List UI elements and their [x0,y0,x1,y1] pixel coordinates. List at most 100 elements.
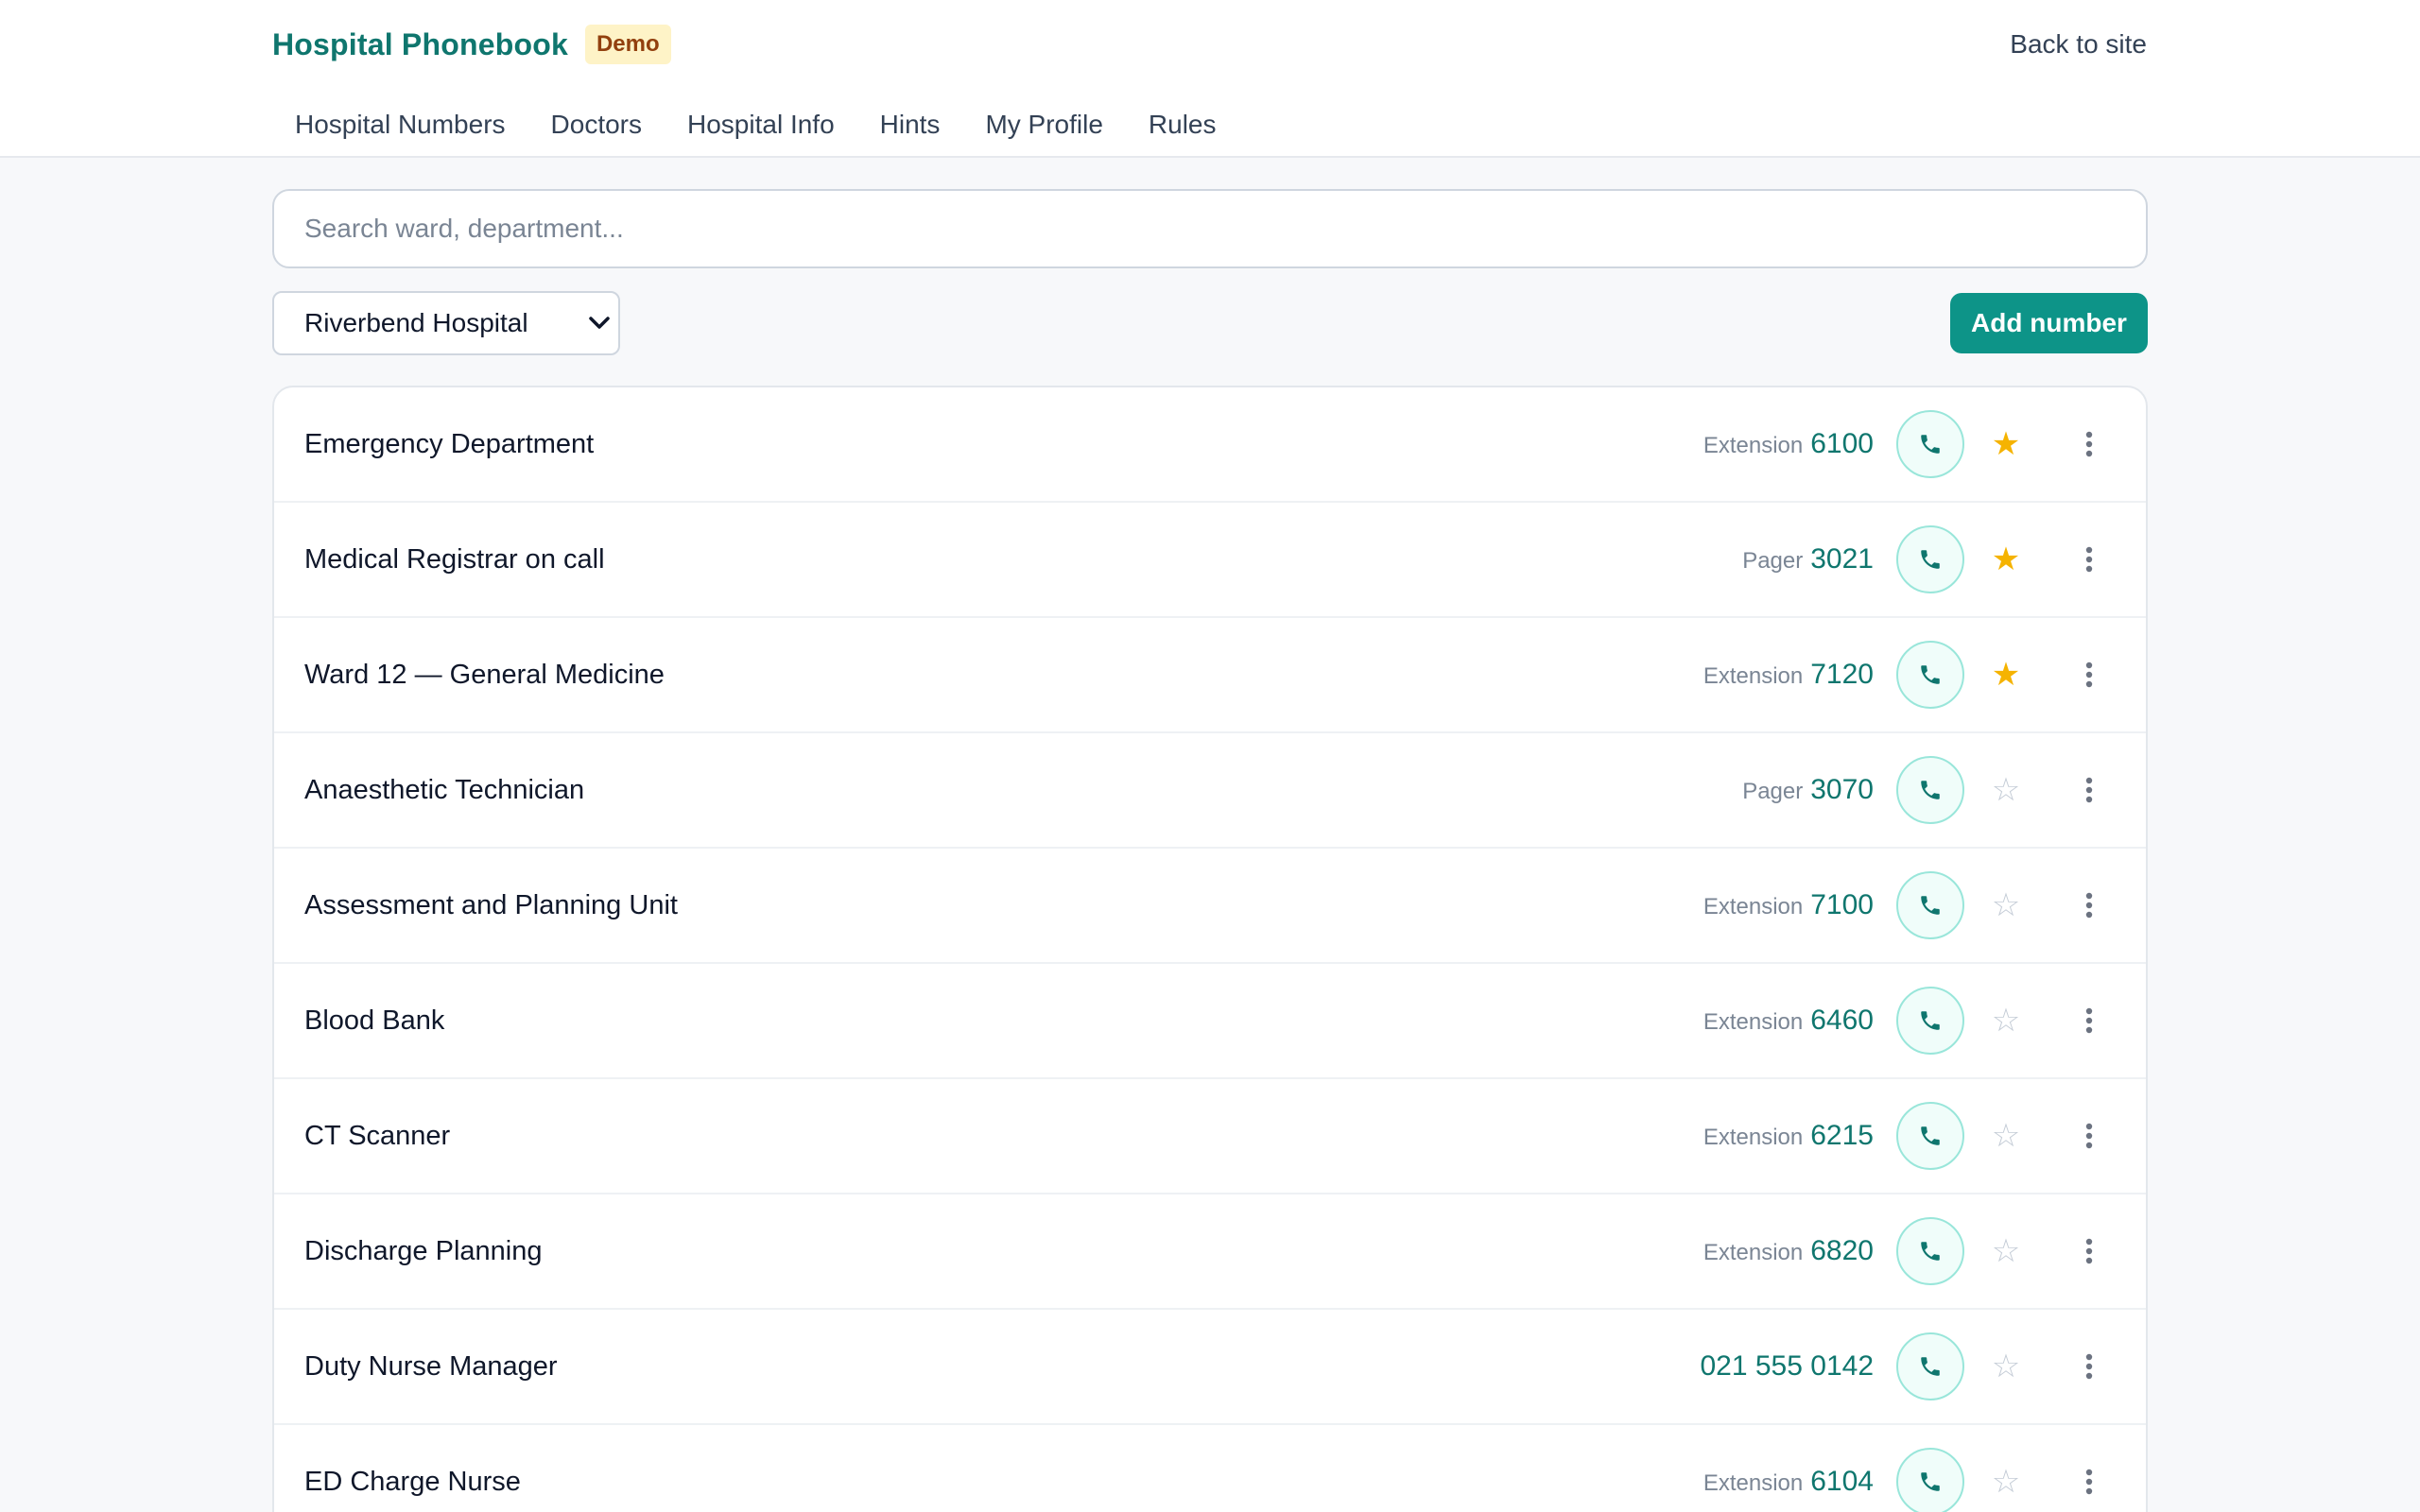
entry-name[interactable]: ED Charge Nurse [304,1467,521,1498]
entry-number[interactable]: Extension 6820 [1703,1235,1874,1267]
number-value: 6820 [1810,1235,1874,1266]
phone-icon [1921,435,1940,454]
number-value: 021 555 0142 [1700,1350,1874,1382]
number-type-label: Extension [1703,663,1804,689]
favorite-star-icon[interactable]: ☆ [1987,1348,2025,1385]
entry-number[interactable]: Extension 6460 [1703,1005,1874,1037]
call-button[interactable] [1896,987,1964,1055]
favorite-star-icon[interactable]: ☆ [1987,771,2025,809]
entry-number[interactable]: Extension 6215 [1703,1120,1874,1152]
brand: Hospital Phonebook Demo [272,25,671,64]
entry-name[interactable]: Blood Bank [304,1005,444,1037]
app-title[interactable]: Hospital Phonebook [272,27,568,62]
kebab-menu-icon[interactable] [2070,771,2108,809]
list-item[interactable]: Ward 12 — General Medicine Extension 712… [274,618,2146,733]
back-to-site-link[interactable]: Back to site [2010,29,2147,60]
favorite-star-icon[interactable]: ☆ [1987,1117,2025,1155]
entry-name[interactable]: Anaesthetic Technician [304,775,584,806]
kebab-menu-icon[interactable] [2070,886,2108,924]
number-type-label: Pager [1742,779,1804,804]
nav-hospital-info[interactable]: Hospital Info [665,106,857,144]
entry-number[interactable]: Pager 3021 [1742,543,1874,576]
number-value: 7120 [1810,659,1874,690]
search-input[interactable] [272,189,2148,268]
favorite-star-icon[interactable]: ☆ [1987,1002,2025,1040]
call-button[interactable] [1896,1448,1964,1512]
phone-icon [1921,781,1940,799]
kebab-menu-icon[interactable] [2070,1002,2108,1040]
entry-number[interactable]: Extension 6100 [1703,428,1874,460]
favorite-star-icon[interactable]: ★ [1987,425,2025,463]
phone-number-list: Emergency Department Extension 6100 ★ Me… [272,386,2148,1512]
number-value: 7100 [1810,889,1874,920]
list-item[interactable]: ED Charge Nurse Extension 6104 ☆ [274,1425,2146,1512]
number-value: 6100 [1810,428,1874,459]
favorite-star-icon[interactable]: ☆ [1987,1463,2025,1501]
number-type-label: Extension [1703,1470,1804,1496]
number-type-label: Extension [1703,1125,1804,1150]
phone-icon [1921,1011,1940,1030]
nav-rules[interactable]: Rules [1126,106,1239,144]
call-button[interactable] [1896,410,1964,478]
favorite-star-icon[interactable]: ★ [1987,656,2025,694]
demo-badge: Demo [584,25,671,64]
hospital-select-value: Riverbend Hospital [304,308,528,337]
kebab-menu-icon[interactable] [2070,1117,2108,1155]
add-number-button[interactable]: Add number [1950,293,2148,353]
entry-name[interactable]: Assessment and Planning Unit [304,890,678,921]
main-nav: Hospital Numbers Doctors Hospital Info H… [272,106,1239,144]
entry-name[interactable]: Emergency Department [304,429,594,460]
entry-name[interactable]: Duty Nurse Manager [304,1351,558,1383]
phone-icon [1921,1126,1940,1145]
kebab-menu-icon[interactable] [2070,1463,2108,1501]
list-item[interactable]: Duty Nurse Manager 021 555 0142 ☆ [274,1310,2146,1425]
call-button[interactable] [1896,871,1964,939]
kebab-menu-icon[interactable] [2070,425,2108,463]
entry-name[interactable]: CT Scanner [304,1121,450,1152]
entry-number[interactable]: Extension 7120 [1703,659,1874,691]
phone-icon [1921,665,1940,684]
number-type-label: Extension [1703,1009,1804,1035]
list-item[interactable]: Blood Bank Extension 6460 ☆ [274,964,2146,1079]
kebab-menu-icon[interactable] [2070,541,2108,578]
nav-hospital-numbers[interactable]: Hospital Numbers [272,106,528,144]
entry-number[interactable]: 021 555 0142 [1700,1350,1874,1383]
number-type-label: Extension [1703,1240,1804,1265]
list-item[interactable]: CT Scanner Extension 6215 ☆ [274,1079,2146,1194]
call-button[interactable] [1896,1102,1964,1170]
call-button[interactable] [1896,1332,1964,1400]
favorite-star-icon[interactable]: ☆ [1987,1232,2025,1270]
call-button[interactable] [1896,756,1964,824]
number-type-label: Extension [1703,433,1804,458]
entry-number[interactable]: Extension 7100 [1703,889,1874,921]
entry-name[interactable]: Ward 12 — General Medicine [304,660,665,691]
number-value: 3070 [1810,774,1874,805]
entry-name[interactable]: Medical Registrar on call [304,544,605,576]
kebab-menu-icon[interactable] [2070,656,2108,694]
list-item[interactable]: Emergency Department Extension 6100 ★ [274,387,2146,503]
phone-icon [1921,1242,1940,1261]
call-button[interactable] [1896,1217,1964,1285]
number-value: 6215 [1810,1120,1874,1151]
number-value: 3021 [1810,543,1874,575]
entry-number[interactable]: Pager 3070 [1742,774,1874,806]
call-button[interactable] [1896,525,1964,593]
number-value: 6460 [1810,1005,1874,1036]
favorite-star-icon[interactable]: ☆ [1987,886,2025,924]
call-button[interactable] [1896,641,1964,709]
list-item[interactable]: Medical Registrar on call Pager 3021 ★ [274,503,2146,618]
nav-doctors[interactable]: Doctors [528,106,665,144]
list-item[interactable]: Anaesthetic Technician Pager 3070 ☆ [274,733,2146,849]
kebab-menu-icon[interactable] [2070,1348,2108,1385]
entry-number[interactable]: Extension 6104 [1703,1466,1874,1498]
nav-my-profile[interactable]: My Profile [962,106,1125,144]
list-item[interactable]: Assessment and Planning Unit Extension 7… [274,849,2146,964]
number-value: 6104 [1810,1466,1874,1497]
hospital-select[interactable]: Riverbend Hospital [272,291,620,355]
entry-name[interactable]: Discharge Planning [304,1236,542,1267]
favorite-star-icon[interactable]: ★ [1987,541,2025,578]
number-type-label: Extension [1703,894,1804,919]
kebab-menu-icon[interactable] [2070,1232,2108,1270]
nav-hints[interactable]: Hints [857,106,963,144]
list-item[interactable]: Discharge Planning Extension 6820 ☆ [274,1194,2146,1310]
